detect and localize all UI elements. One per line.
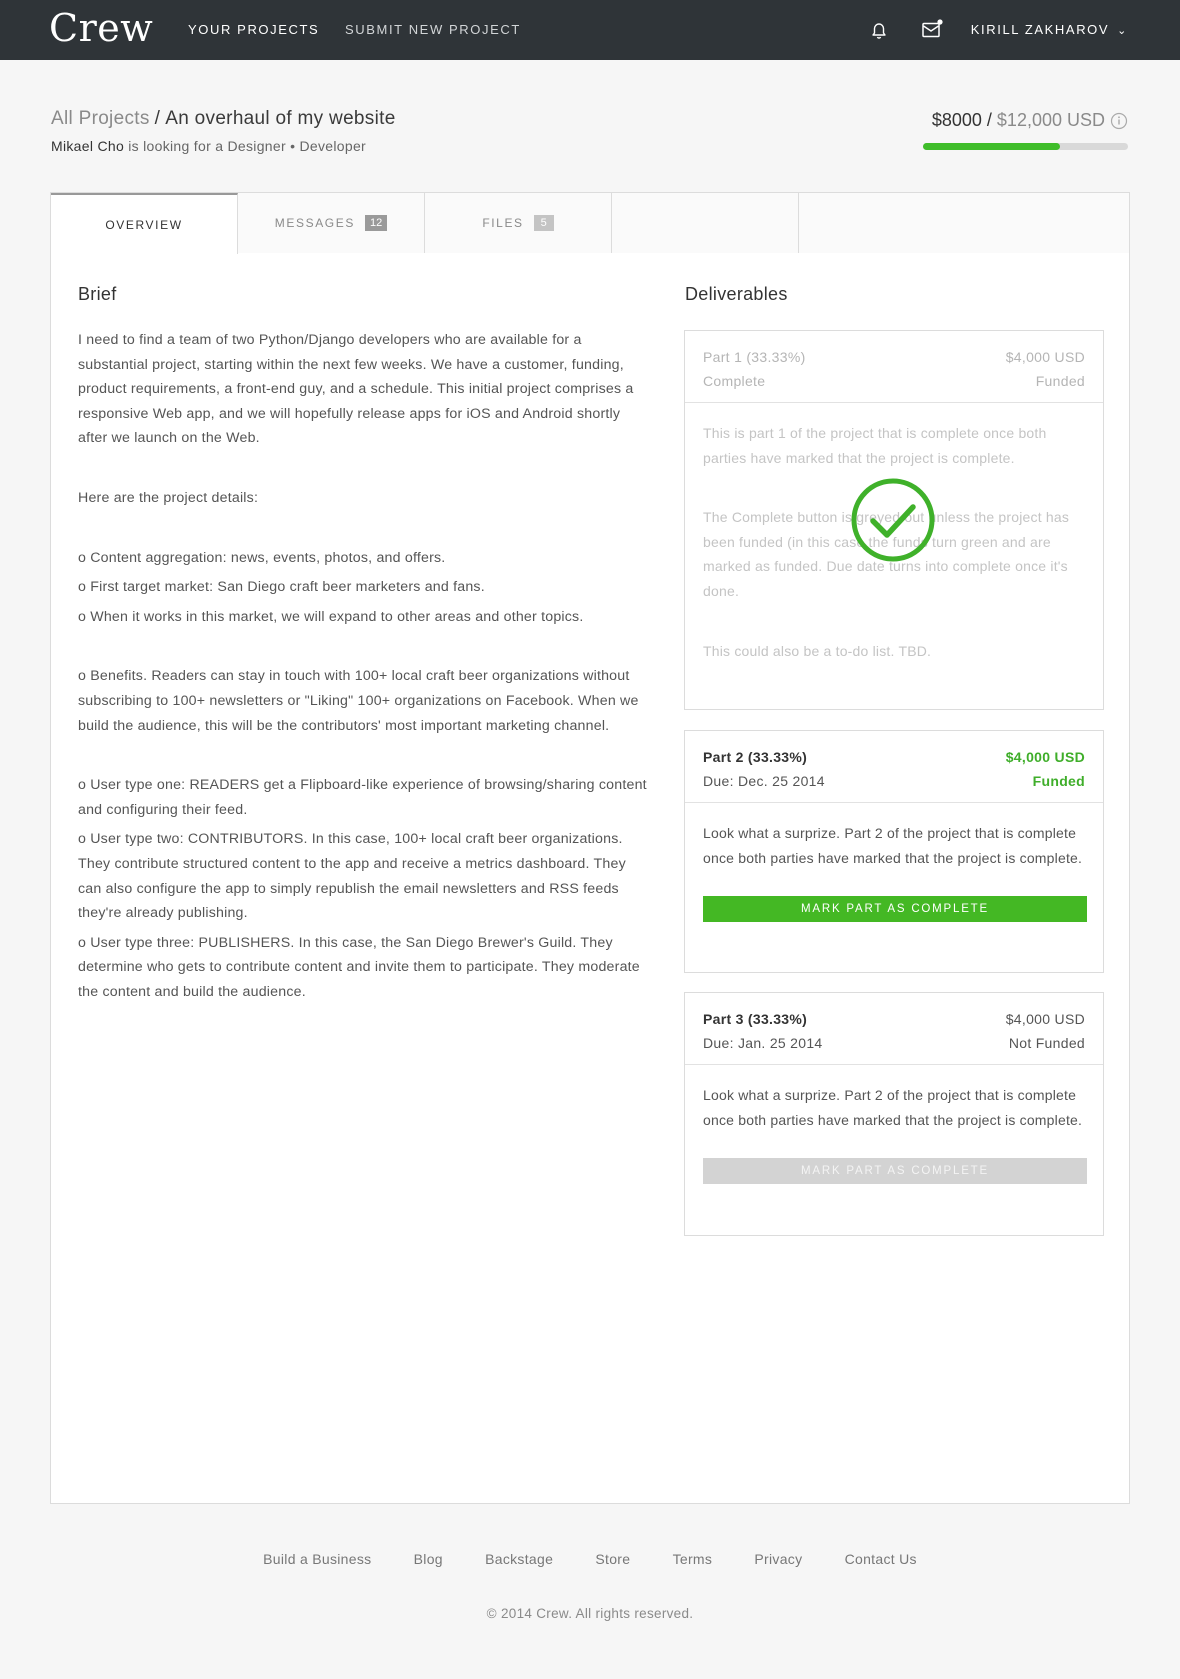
footer-link-store[interactable]: Store bbox=[595, 1551, 630, 1567]
budget-summary: $8000 / $12,000 USD bbox=[932, 110, 1105, 131]
brief-bullet: o Benefits. Readers can stay in touch wi… bbox=[78, 668, 639, 734]
part-name: Part 3 (33.33%) bbox=[703, 1011, 808, 1027]
user-menu[interactable]: KIRILL ZAKHAROV ⌄ bbox=[971, 22, 1128, 37]
crew-logo[interactable]: Crew bbox=[49, 6, 153, 50]
footer-link-contact-us[interactable]: Contact Us bbox=[845, 1551, 917, 1567]
part-amount: $4,000 USD bbox=[1005, 1011, 1085, 1027]
copyright: © 2014 Crew. All rights reserved. bbox=[486, 1606, 694, 1621]
deliverable-part-2: Part 2 (33.33%) Due: Dec. 25 2014 $4,000… bbox=[684, 730, 1104, 973]
user-name: KIRILL ZAKHAROV bbox=[970, 22, 1110, 37]
tab-bar-spacer bbox=[799, 193, 1129, 253]
mark-part-complete-button[interactable]: MARK PART AS COMPLETE bbox=[703, 896, 1087, 923]
part-status: Complete bbox=[703, 373, 766, 389]
part-due-date: Due: Jan. 25 2014 bbox=[703, 1035, 823, 1051]
part-description: This could also be a to-do list. TBD. bbox=[703, 642, 932, 659]
breadcrumb: All Projects / An overhaul of my website bbox=[51, 108, 396, 130]
part-description: Look what a surprize. Part 2 of the proj… bbox=[703, 825, 1083, 866]
breadcrumb-all-projects[interactable]: All Projects bbox=[51, 108, 150, 129]
deliverable-body: Look what a surprize. Part 2 of the proj… bbox=[685, 803, 1103, 944]
part-funding-status: Funded bbox=[1032, 773, 1085, 789]
funding-progress-fill bbox=[923, 143, 1060, 150]
breadcrumb-separator: / bbox=[154, 108, 161, 129]
page-title: An overhaul of my website bbox=[165, 108, 396, 129]
info-icon[interactable] bbox=[1110, 112, 1128, 130]
files-count-badge: 5 bbox=[533, 215, 554, 231]
brief-bullet: o User type one: READERS get a Flipboard… bbox=[78, 777, 647, 818]
footer-link-privacy[interactable]: Privacy bbox=[754, 1551, 802, 1567]
footer-link-blog[interactable]: Blog bbox=[414, 1551, 443, 1567]
part-funding-status: Not Funded bbox=[1008, 1035, 1085, 1051]
mark-part-complete-button-disabled[interactable]: MARK PART AS COMPLETE bbox=[703, 1158, 1087, 1185]
brief-bullet: o When it works in this market, we will … bbox=[78, 608, 584, 625]
part-amount: $4,000 USD bbox=[1005, 349, 1085, 365]
budget-funded: $8000 bbox=[931, 110, 982, 130]
deliverable-header: Part 2 (33.33%) Due: Dec. 25 2014 $4,000… bbox=[685, 731, 1103, 803]
part-funding-status: Funded bbox=[1035, 373, 1085, 389]
brief-text: I need to find a team of two Python/Djan… bbox=[78, 328, 648, 1004]
chevron-down-icon: ⌄ bbox=[1117, 25, 1128, 37]
deliverable-part-1: Part 1 (33.33%) Complete $4,000 USD Fund… bbox=[684, 330, 1104, 710]
deliverable-part-3: Part 3 (33.33%) Due: Jan. 25 2014 $4,000… bbox=[684, 992, 1104, 1236]
looking-for-text: is looking for a Designer • Developer bbox=[128, 138, 367, 154]
complete-checkmark-icon bbox=[851, 478, 935, 562]
nav-submit-new-project[interactable]: SUBMIT NEW PROJECT bbox=[345, 22, 521, 37]
deliverable-header: Part 3 (33.33%) Due: Jan. 25 2014 $4,000… bbox=[685, 993, 1103, 1065]
project-card: OVERVIEW MESSAGES 12 FILES 5 Brief I nee… bbox=[50, 192, 1130, 1504]
brief-paragraph: Here are the project details: bbox=[78, 489, 259, 506]
footer-link-terms[interactable]: Terms bbox=[673, 1551, 713, 1567]
tab-files-label: FILES bbox=[482, 216, 524, 230]
deliverable-header: Part 1 (33.33%) Complete $4,000 USD Fund… bbox=[685, 331, 1103, 403]
footer-links: Build a Business Blog Backstage Store Te… bbox=[0, 1551, 1180, 1567]
top-nav: Crew YOUR PROJECTS SUBMIT NEW PROJECT KI… bbox=[0, 0, 1180, 60]
brief-bullet: o Content aggregation: news, events, pho… bbox=[78, 549, 446, 566]
deliverable-body: Look what a surprize. Part 2 of the proj… bbox=[685, 1065, 1103, 1206]
mail-icon[interactable] bbox=[920, 18, 944, 42]
messages-count-badge: 12 bbox=[364, 215, 388, 231]
part-amount: $4,000 USD bbox=[1005, 749, 1085, 765]
budget-total: $12,000 USD bbox=[996, 110, 1105, 130]
brief-bullet: o User type two: CONTRIBUTORS. In this c… bbox=[78, 831, 626, 922]
tab-overview-label: OVERVIEW bbox=[105, 217, 183, 232]
part-description: This is part 1 of the project that is co… bbox=[703, 425, 1047, 466]
tab-messages-label: MESSAGES bbox=[274, 216, 355, 230]
client-name[interactable]: Mikael Cho bbox=[51, 138, 124, 154]
project-subline: Mikael Cho is looking for a Designer • D… bbox=[51, 138, 366, 154]
footer-link-backstage[interactable]: Backstage bbox=[485, 1551, 553, 1567]
part-name: Part 1 (33.33%) bbox=[703, 349, 806, 365]
deliverables-title: Deliverables bbox=[685, 284, 788, 304]
brief-bullet: o First target market: San Diego craft b… bbox=[78, 579, 485, 596]
funding-progress-bar bbox=[923, 143, 1128, 150]
tab-empty-1 bbox=[612, 193, 799, 253]
nav-your-projects[interactable]: YOUR PROJECTS bbox=[188, 22, 319, 37]
tab-bar: OVERVIEW MESSAGES 12 FILES 5 bbox=[51, 193, 1129, 254]
part-name: Part 2 (33.33%) bbox=[703, 749, 808, 765]
bell-icon[interactable] bbox=[867, 18, 891, 42]
tab-overview[interactable]: OVERVIEW bbox=[51, 193, 238, 254]
part-due-date: Due: Dec. 25 2014 bbox=[703, 773, 825, 789]
budget-separator: / bbox=[986, 110, 992, 130]
part-description: Look what a surprize. Part 2 of the proj… bbox=[703, 1087, 1083, 1128]
brief-bullet: o User type three: PUBLISHERS. In this c… bbox=[78, 934, 640, 1000]
brief-title: Brief bbox=[78, 284, 117, 304]
tab-messages[interactable]: MESSAGES 12 bbox=[238, 193, 425, 253]
tab-files[interactable]: FILES 5 bbox=[425, 193, 612, 253]
brief-paragraph: I need to find a team of two Python/Djan… bbox=[78, 332, 634, 447]
footer-link-build-a-business[interactable]: Build a Business bbox=[263, 1551, 371, 1567]
